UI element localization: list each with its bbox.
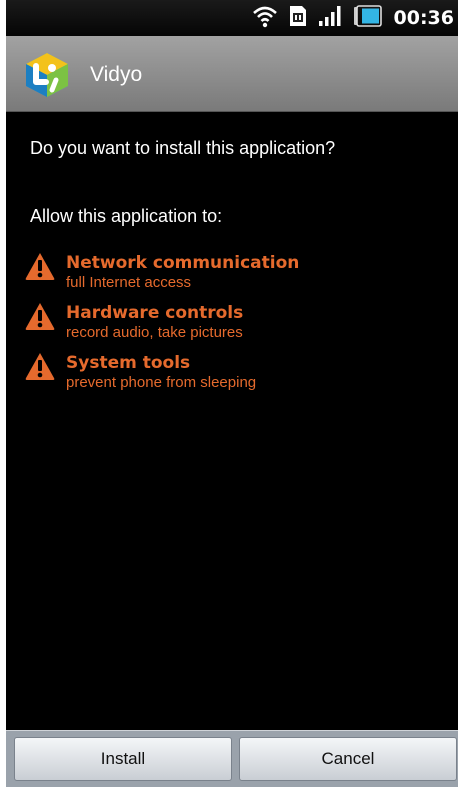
permission-description: prevent phone from sleeping xyxy=(66,374,257,391)
warning-icon xyxy=(24,351,56,381)
install-question: Do you want to install this application? xyxy=(30,138,336,158)
permission-item: System tools prevent phone from sleeping xyxy=(24,350,444,400)
permission-title: Hardware controls xyxy=(66,303,244,323)
permission-description: record audio, take pictures xyxy=(66,324,243,341)
wifi-icon xyxy=(252,4,278,33)
button-bar: Install Cancel xyxy=(6,730,458,787)
sim-icon xyxy=(287,4,309,33)
permission-title: Network communication xyxy=(66,253,300,273)
signal-icon xyxy=(318,4,344,33)
vidyo-app-icon xyxy=(22,50,72,100)
warning-icon xyxy=(24,301,56,331)
allow-heading: Allow this application to: xyxy=(30,206,223,226)
permission-description: full Internet access xyxy=(66,274,192,291)
status-bar: 00:36 xyxy=(6,0,458,36)
permission-list: Network communication full Internet acce… xyxy=(24,250,444,400)
app-name: Vidyo xyxy=(90,63,143,86)
cancel-button[interactable]: Cancel xyxy=(239,737,457,781)
permission-item: Network communication full Internet acce… xyxy=(24,250,444,300)
title-bar: Vidyo xyxy=(6,36,458,112)
install-button[interactable]: Install xyxy=(14,737,232,781)
permission-item: Hardware controls record audio, take pic… xyxy=(24,300,444,350)
battery-icon xyxy=(353,4,383,32)
screen: 00:36 Vidyo Do you want to install this … xyxy=(6,0,458,787)
permission-title: System tools xyxy=(66,353,191,373)
warning-icon xyxy=(24,251,56,281)
status-time: 00:36 xyxy=(393,7,454,29)
status-icons: 00:36 xyxy=(252,4,454,32)
